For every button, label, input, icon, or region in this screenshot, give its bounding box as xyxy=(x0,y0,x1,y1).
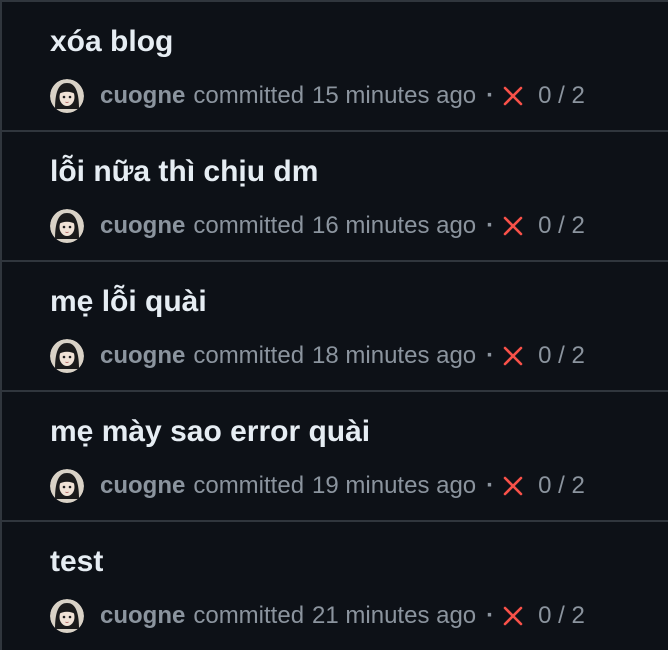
commit-row: xóa blog cuogne committed 15 minutes ago… xyxy=(2,2,668,132)
checks-count: 0 / 2 xyxy=(538,342,585,369)
commit-author-link[interactable]: cuogne xyxy=(100,82,185,110)
commit-author-link[interactable]: cuogne xyxy=(100,342,185,370)
status-checks-button[interactable]: 0 / 2 xyxy=(502,602,585,630)
avatar[interactable] xyxy=(50,339,84,373)
commit-time[interactable]: 18 minutes ago xyxy=(312,342,476,370)
checks-count: 0 / 2 xyxy=(538,82,585,109)
separator-dot: · xyxy=(486,82,495,109)
separator-dot: · xyxy=(486,342,495,369)
commit-time[interactable]: 16 minutes ago xyxy=(312,212,476,240)
separator-dot: · xyxy=(486,212,495,239)
commit-meta: cuogne committed 16 minutes ago · 0 / 2 xyxy=(50,208,585,244)
commit-author-link[interactable]: cuogne xyxy=(100,602,185,630)
x-icon xyxy=(503,346,523,366)
commit-verb: committed xyxy=(193,212,305,239)
separator-dot: · xyxy=(486,602,495,629)
commit-time[interactable]: 19 minutes ago xyxy=(312,472,476,500)
separator-dot: · xyxy=(486,472,495,499)
status-checks-button[interactable]: 0 / 2 xyxy=(502,212,585,240)
commit-author-link[interactable]: cuogne xyxy=(100,212,185,240)
commit-row: mẹ lỗi quài cuogne committed 18 minutes … xyxy=(2,262,668,392)
commit-meta: cuogne committed 15 minutes ago · 0 / 2 xyxy=(50,78,585,114)
status-checks-button[interactable]: 0 / 2 xyxy=(502,472,585,500)
commit-title-link[interactable]: mẹ lỗi quài xyxy=(50,284,207,320)
commit-meta: cuogne committed 21 minutes ago · 0 / 2 xyxy=(50,598,585,634)
checks-count: 0 / 2 xyxy=(538,212,585,239)
commit-verb: committed xyxy=(193,82,305,109)
commit-meta: cuogne committed 19 minutes ago · 0 / 2 xyxy=(50,468,585,504)
checks-count: 0 / 2 xyxy=(538,602,585,629)
commit-time[interactable]: 15 minutes ago xyxy=(312,82,476,110)
avatar[interactable] xyxy=(50,599,84,633)
commit-row: mẹ mày sao error quài cuogne committed 1… xyxy=(2,392,668,522)
commit-list: xóa blog cuogne committed 15 minutes ago… xyxy=(0,0,668,650)
checks-count: 0 / 2 xyxy=(538,472,585,499)
x-icon xyxy=(503,606,523,626)
commit-verb: committed xyxy=(193,602,305,629)
commit-time[interactable]: 21 minutes ago xyxy=(312,602,476,630)
commit-author-link[interactable]: cuogne xyxy=(100,472,185,500)
x-icon xyxy=(503,476,523,496)
commit-title-link[interactable]: xóa blog xyxy=(50,24,173,60)
commit-verb: committed xyxy=(193,472,305,499)
commit-title-link[interactable]: mẹ mày sao error quài xyxy=(50,414,370,450)
commit-meta: cuogne committed 18 minutes ago · 0 / 2 xyxy=(50,338,585,374)
status-checks-button[interactable]: 0 / 2 xyxy=(502,342,585,370)
avatar[interactable] xyxy=(50,209,84,243)
commit-row: lỗi nữa thì chịu dm cuogne committed 16 … xyxy=(2,132,668,262)
commit-title-link[interactable]: test xyxy=(50,544,103,580)
commit-row: test cuogne committed 21 minutes ago · 0… xyxy=(2,522,668,650)
x-icon xyxy=(503,86,523,106)
status-checks-button[interactable]: 0 / 2 xyxy=(502,82,585,110)
commit-verb: committed xyxy=(193,342,305,369)
commit-title-link[interactable]: lỗi nữa thì chịu dm xyxy=(50,154,318,190)
x-icon xyxy=(503,216,523,236)
avatar[interactable] xyxy=(50,79,84,113)
avatar[interactable] xyxy=(50,469,84,503)
